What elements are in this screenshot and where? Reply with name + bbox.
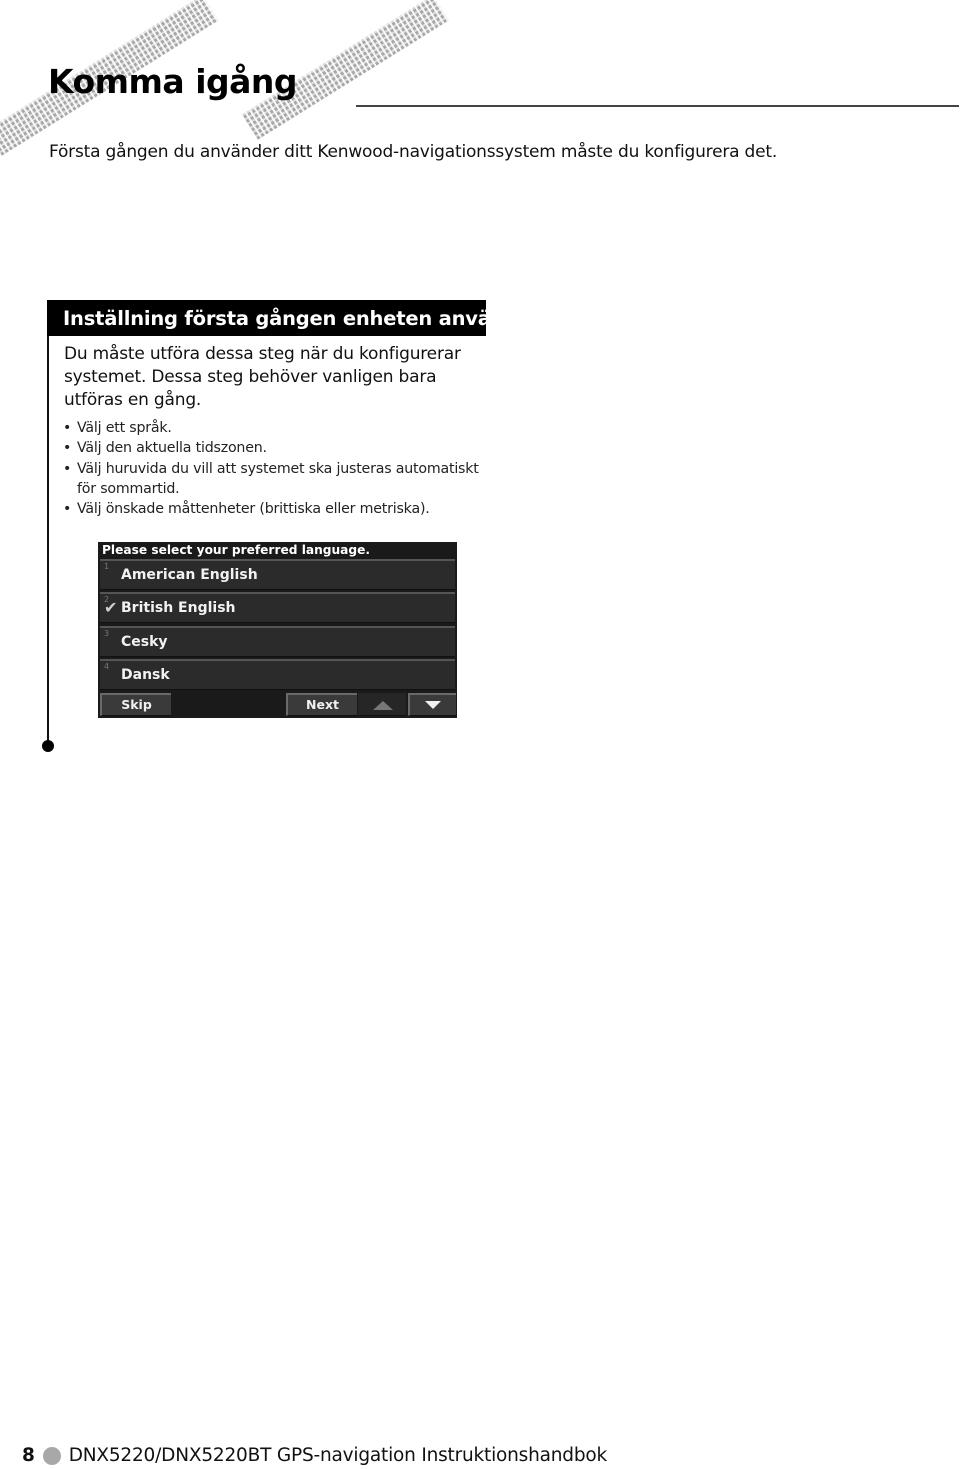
language-option-british-english[interactable]: 2 ✔ British English xyxy=(100,592,455,623)
document-title: DNX5220/DNX5220BT GPS-navigation Instruk… xyxy=(68,1445,608,1466)
language-option-american-english[interactable]: 1 American English xyxy=(100,559,455,590)
bullet-icon: • xyxy=(63,460,72,477)
language-option-dansk[interactable]: 4 Dansk xyxy=(100,659,455,690)
scroll-down-button[interactable] xyxy=(408,693,456,716)
list-item-text: Välj den aktuella tidszonen. xyxy=(77,440,267,457)
section-heading: Inställning första gången enheten använd… xyxy=(47,300,530,336)
circle-icon xyxy=(42,1446,61,1465)
section-end-dot xyxy=(42,740,54,752)
page-number: 8 xyxy=(22,1445,35,1466)
list-item: • Välj önskade måttenheter (brittiska ell… xyxy=(62,499,482,519)
skip-button[interactable]: Skip xyxy=(100,693,171,716)
list-item: • Välj huruvida du vill att systemet ska … xyxy=(62,459,482,500)
arrow-up-icon xyxy=(373,701,393,710)
bullet-icon: • xyxy=(63,440,72,457)
list-item: • Välj ett språk. xyxy=(62,418,482,438)
checkmark-icon: ✔ xyxy=(104,598,118,617)
arrow-down-icon xyxy=(425,701,441,709)
option-label: Dansk xyxy=(121,667,170,683)
bullet-icon: • xyxy=(63,420,72,436)
device-screenshot-language-select: Please select your preferred language. 1… xyxy=(98,542,457,718)
language-option-cesky[interactable]: 3 Cesky xyxy=(100,626,455,657)
scroll-up-button[interactable] xyxy=(358,693,406,716)
option-number: 4 xyxy=(104,662,110,671)
title-divider xyxy=(356,105,959,107)
list-item-text: Välj ett språk. xyxy=(77,420,172,436)
page-footer: 8 DNX5220/DNX5220BT GPS-navigation Instr… xyxy=(22,1445,607,1466)
option-label: Cesky xyxy=(121,634,168,650)
option-label: British English xyxy=(121,600,236,616)
option-label: American English xyxy=(121,567,258,583)
bullet-icon: • xyxy=(63,501,72,518)
section-lead-text: Du måste utföra dessa steg när du konfig… xyxy=(64,344,461,410)
option-number: 3 xyxy=(104,629,110,638)
next-button[interactable]: Next xyxy=(286,693,357,716)
steps-list: • Välj ett språk. • Välj den aktuella tids… xyxy=(62,418,482,519)
option-number: 1 xyxy=(104,562,110,571)
list-item-text: Välj huruvida du vill att systemet ska j… xyxy=(77,460,479,497)
list-item-text: Välj önskade måttenheter (brittiska elle… xyxy=(77,501,430,518)
section-side-rule xyxy=(47,336,49,746)
intro-text: Första gången du använder ditt Kenwood-n… xyxy=(49,142,778,162)
list-item: • Välj den aktuella tidszonen. xyxy=(62,438,482,458)
language-prompt: Please select your preferred language. xyxy=(102,543,371,557)
page-title: Komma igång xyxy=(48,62,298,101)
